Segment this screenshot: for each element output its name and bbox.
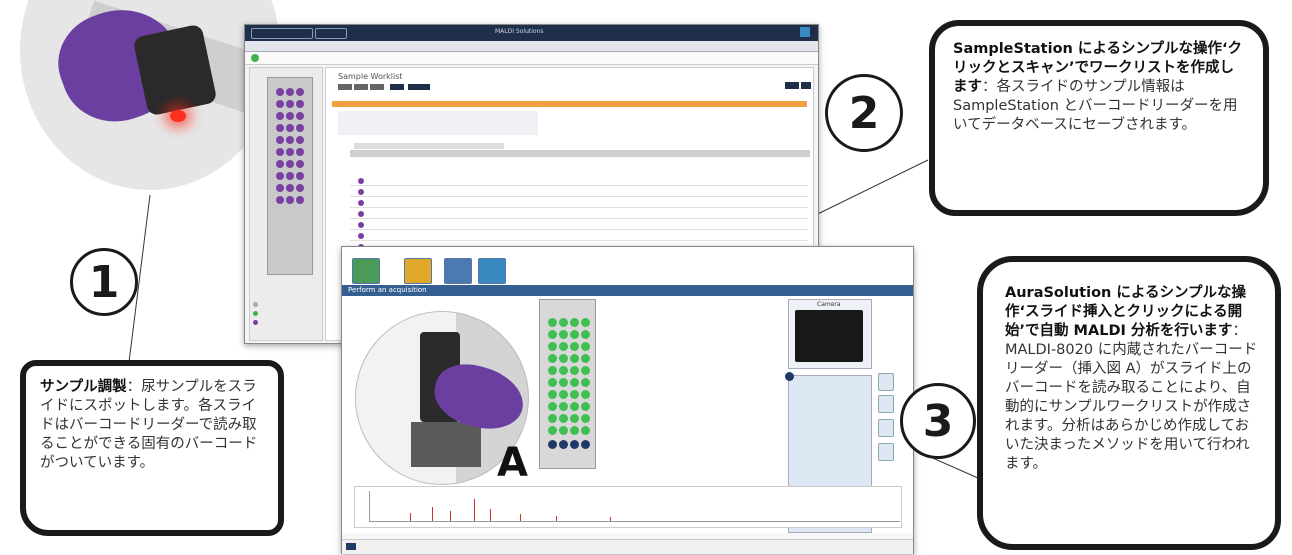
callout-step2: SampleStation によるシンプルな操作‘クリックとスキャン’でワークリ… <box>929 20 1269 216</box>
step-number-1: 1 <box>70 248 138 316</box>
stop-button[interactable] <box>878 443 894 461</box>
start-button[interactable] <box>878 419 894 437</box>
callout-step3: AuraSolution によるシンプルな操作‘スライド挿入とクリックによる開始… <box>977 256 1281 550</box>
save-button[interactable] <box>785 82 799 89</box>
callout2-text: ：各スライドのサンプル情報は SampleStation とバーコードリーダーを… <box>953 79 1238 133</box>
sign-button[interactable] <box>801 82 811 89</box>
table-header <box>354 143 504 149</box>
table-row[interactable] <box>350 220 808 230</box>
info-icon <box>785 372 794 381</box>
camera-view <box>795 310 863 362</box>
status-bar <box>342 539 913 554</box>
table-row[interactable] <box>350 198 808 208</box>
cancel-button[interactable] <box>878 395 894 413</box>
header-bar: Perform an acquisition <box>342 285 913 296</box>
spectra-button[interactable] <box>444 258 472 284</box>
acquisition-button[interactable] <box>404 258 432 284</box>
spectrum-panel <box>354 486 902 528</box>
callout3-text: ：MALDI-8020 に内蔵されたバーコードリーダー（挿入図 A）がスライド上… <box>1005 323 1258 472</box>
new-button[interactable] <box>390 84 404 90</box>
table-row[interactable] <box>350 209 808 219</box>
slide-plate[interactable] <box>267 77 313 275</box>
add-button[interactable] <box>338 84 352 90</box>
header-title: Perform an acquisition <box>348 286 427 294</box>
load-slide-button[interactable] <box>352 258 380 284</box>
group-row[interactable] <box>350 150 810 157</box>
sample-group-button[interactable] <box>408 84 430 90</box>
worklist-header-info <box>338 111 538 135</box>
panel-title: Sample Worklist <box>338 72 403 81</box>
callout1-heading: サンプル調製 <box>40 379 127 395</box>
slide-map[interactable] <box>539 299 596 469</box>
step-number-2: 2 <box>825 74 903 152</box>
callout-step1: サンプル調製：尿サンプルをスライドにスポットします。各スライドはバーコードリーダ… <box>20 360 284 536</box>
table-row[interactable] <box>350 231 808 241</box>
camera-label: Camera <box>817 301 841 308</box>
mode-toolbar <box>342 255 913 286</box>
inset-label: A <box>497 440 528 486</box>
pause-button[interactable] <box>878 373 894 391</box>
window-title: MALDI Solutions <box>495 28 544 35</box>
step-number-3: 3 <box>900 383 976 459</box>
camera-panel: Camera <box>788 299 872 369</box>
edit-button[interactable] <box>354 84 368 90</box>
spectrum-plot <box>369 491 900 522</box>
status-icon <box>346 543 356 550</box>
parameters-button[interactable] <box>478 258 506 284</box>
table-row[interactable] <box>350 176 808 186</box>
worklist-toolbar <box>245 52 818 65</box>
window-titlebar: MALDI Solutions <box>245 25 818 41</box>
tab-strip[interactable] <box>245 41 818 52</box>
worklist-row-selected[interactable] <box>332 101 807 107</box>
callout3-heading: AuraSolution によるシンプルな操作‘スライド挿入とクリックによる開始… <box>1005 285 1247 339</box>
table-row[interactable] <box>350 187 808 197</box>
delete-button[interactable] <box>370 84 384 90</box>
